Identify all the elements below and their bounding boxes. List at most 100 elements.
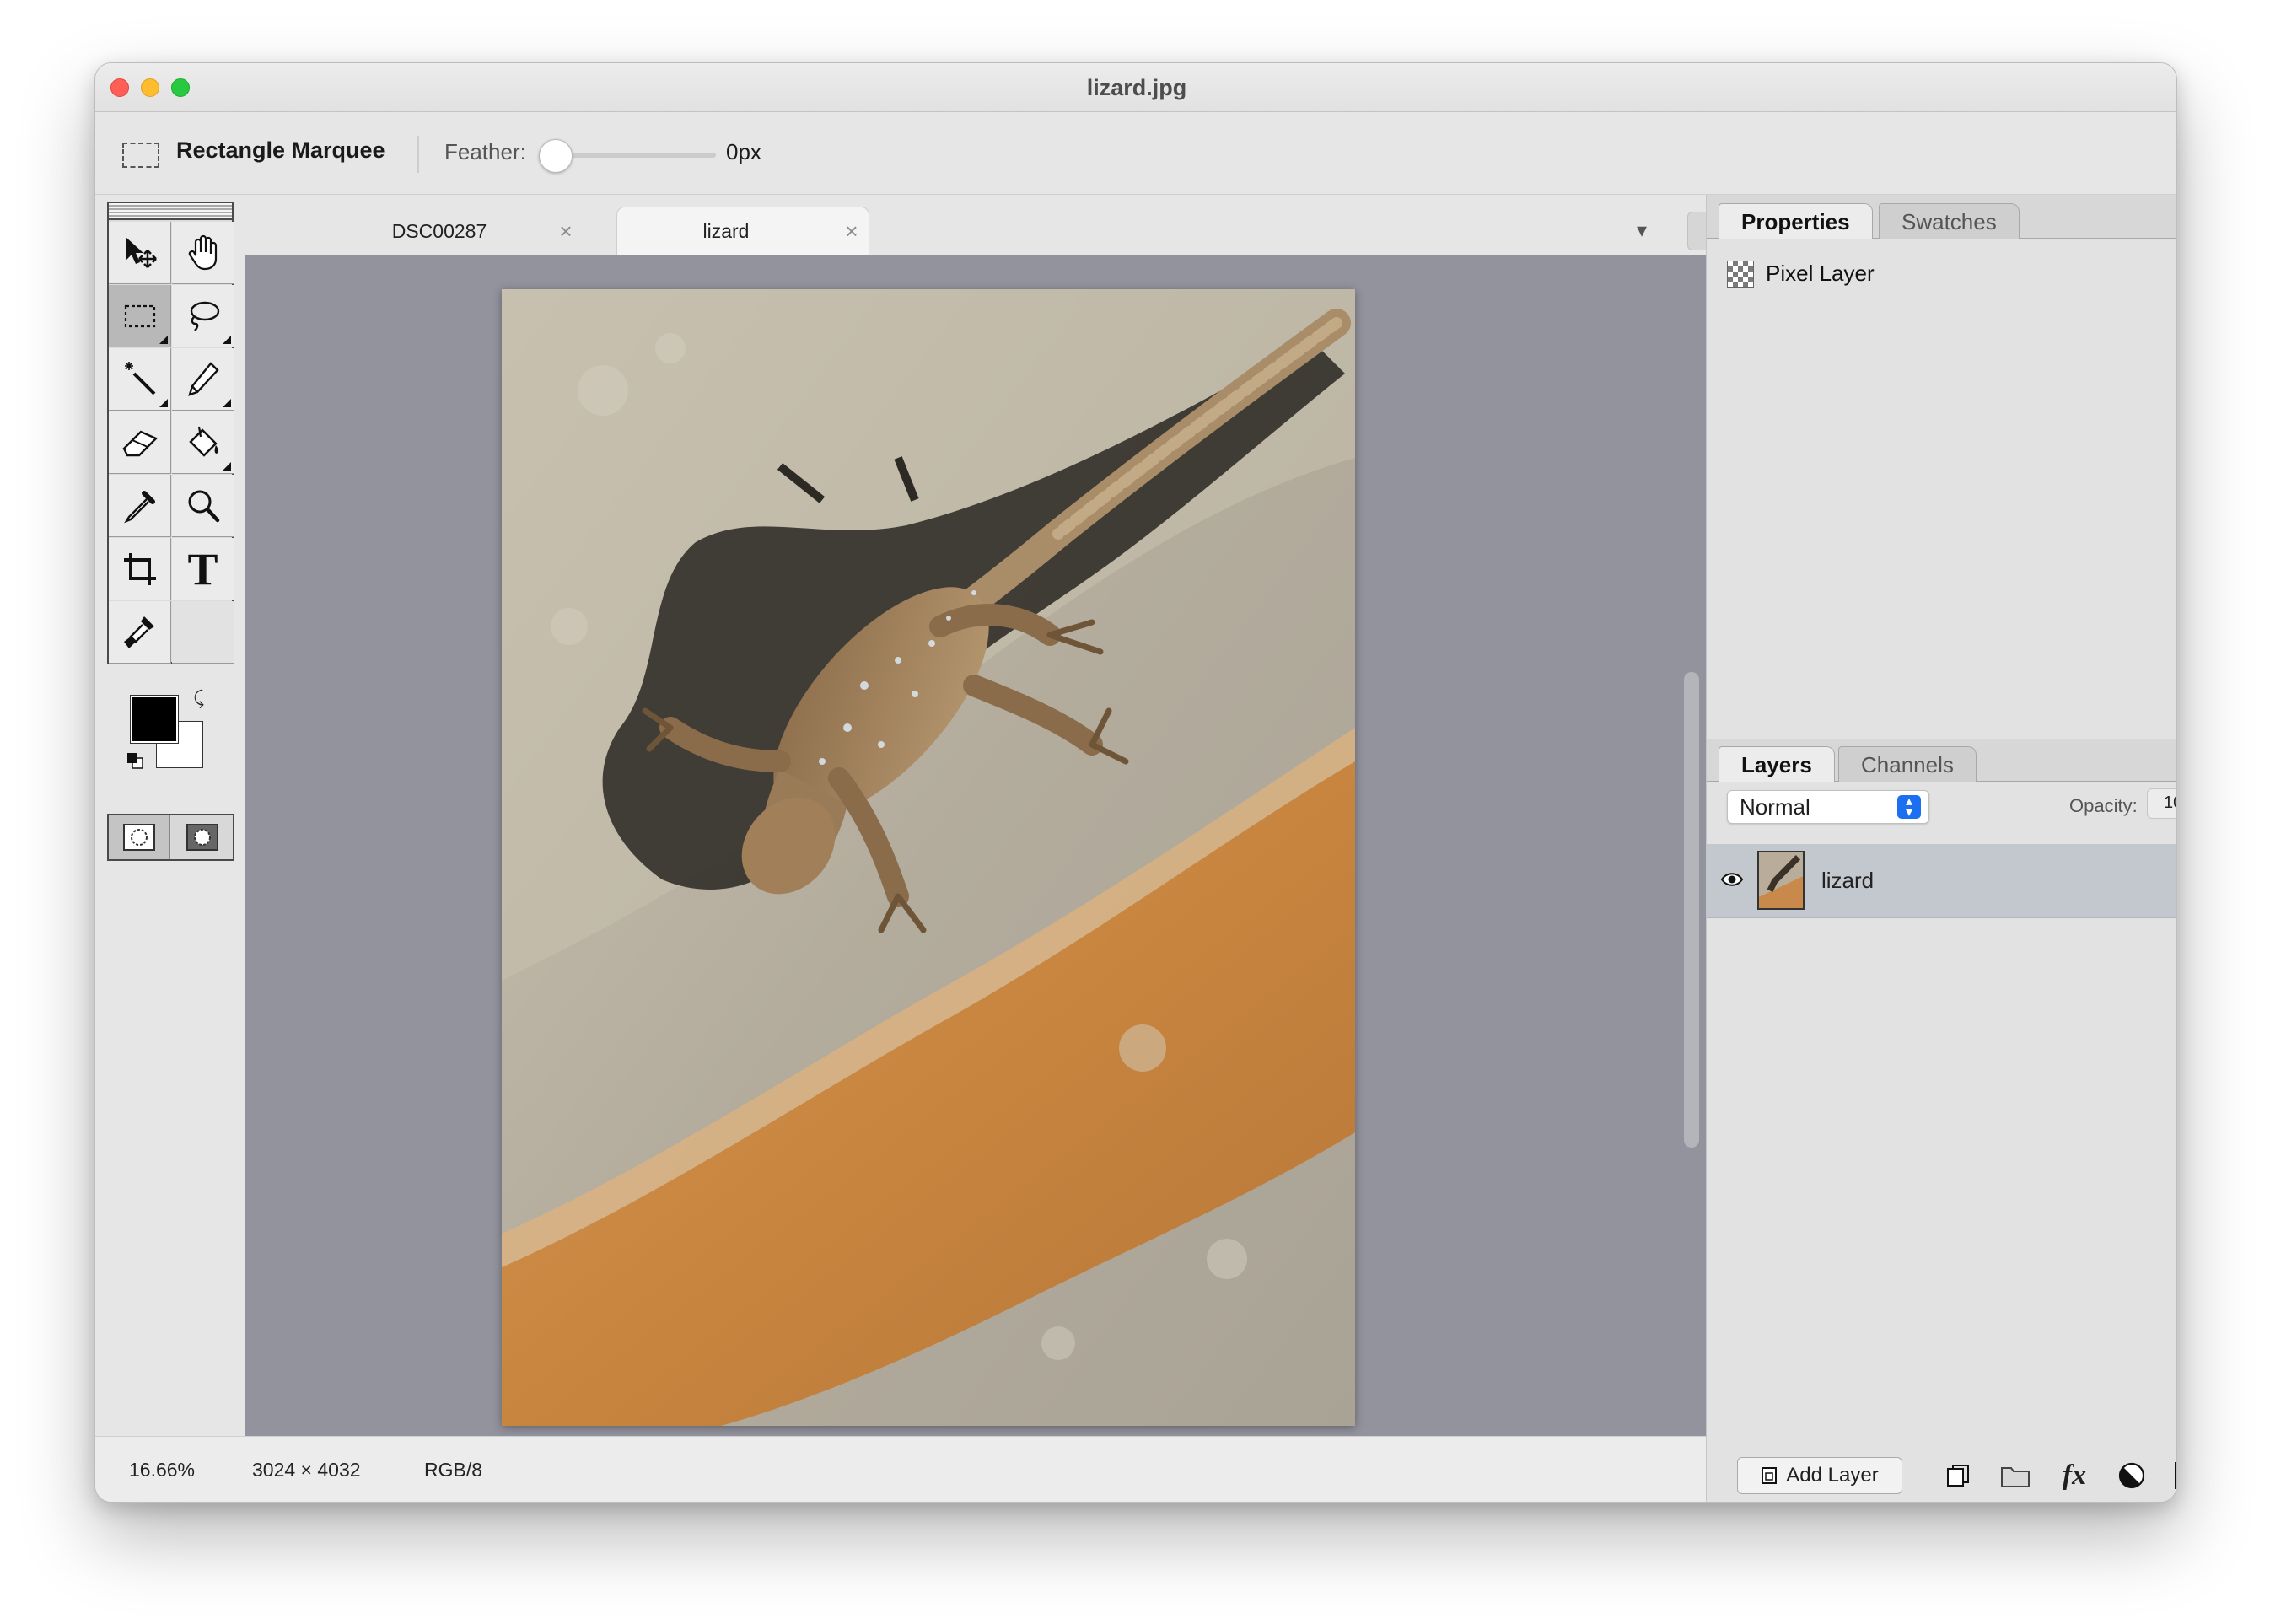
stamp-icon xyxy=(123,616,154,648)
tab-lizard[interactable]: lizard × xyxy=(616,207,869,255)
magic-wand-icon xyxy=(124,361,155,395)
rectangle-marquee-tool-button[interactable] xyxy=(109,285,171,347)
swap-colors-icon[interactable]: ⤹ xyxy=(193,687,204,709)
hand-tool-button[interactable] xyxy=(172,222,234,284)
add-layer-label: Add Layer xyxy=(1786,1464,1879,1487)
right-panel: Properties Swatches Pixel Layer Layers C… xyxy=(1706,195,2176,1502)
tool-submenu-indicator xyxy=(159,336,168,344)
lasso-icon xyxy=(190,301,219,331)
tool-submenu-indicator xyxy=(223,462,231,471)
status-bar: 16.66% 3024 × 4032 RGB/8 xyxy=(95,1436,1706,1502)
lizard-photo[interactable] xyxy=(502,289,1355,1426)
folder-icon xyxy=(2001,1467,2030,1487)
hand-icon xyxy=(188,234,217,270)
select-arrows-icon: ▴ ▾ xyxy=(1897,795,1921,820)
marquee-icon xyxy=(124,304,155,327)
standard-mode-icon xyxy=(123,824,155,851)
layers-panel-tabs: Layers Channels xyxy=(1707,739,2176,782)
close-tab-icon[interactable]: × xyxy=(835,218,869,245)
quick-mask-icon xyxy=(186,824,218,851)
layer-row-lizard[interactable]: lizard xyxy=(1707,844,2176,918)
close-tab-icon[interactable]: × xyxy=(549,218,583,245)
vertical-scrollbar[interactable] xyxy=(1684,672,1699,1148)
canvas-area[interactable] xyxy=(245,255,1706,1502)
tab-list-dropdown-icon[interactable]: ▾ xyxy=(1637,218,1647,243)
opacity-value[interactable]: 100% xyxy=(2164,793,2176,813)
document-tab-bar: DSC00287 × lizard × ▾ + xyxy=(245,195,1755,255)
eraser-icon xyxy=(122,430,158,456)
tab-layers[interactable]: Layers xyxy=(1719,746,1835,782)
tool-submenu-indicator xyxy=(223,336,231,344)
toolbox-grip[interactable] xyxy=(109,203,232,220)
eyedropper-tool-button[interactable] xyxy=(109,475,171,537)
foreground-color-swatch[interactable] xyxy=(130,695,179,744)
minimize-window-button[interactable] xyxy=(141,78,159,97)
toolbox: T xyxy=(107,202,234,664)
tab-channels[interactable]: Channels xyxy=(1838,746,1977,782)
rectangle-marquee-icon xyxy=(122,143,159,168)
new-layer-icon xyxy=(1762,1467,1778,1484)
layer-thumbnail xyxy=(1757,851,1805,910)
zoom-level[interactable]: 16.66% xyxy=(129,1459,195,1481)
feather-value: 0px xyxy=(726,139,761,164)
eyedropper-icon xyxy=(123,490,155,523)
feather-slider-track[interactable] xyxy=(547,153,716,158)
tab-label: DSC00287 xyxy=(391,219,487,242)
document-dimensions: 3024 × 4032 xyxy=(252,1459,361,1481)
properties-panel-tabs: Properties Swatches xyxy=(1707,195,2176,239)
color-mode: RGB/8 xyxy=(424,1459,483,1481)
opacity-label: Opacity: xyxy=(2069,795,2138,816)
paint-bucket-tool-button[interactable] xyxy=(172,411,234,474)
tab-swatches[interactable]: Swatches xyxy=(1879,203,2020,239)
eye-icon[interactable] xyxy=(1720,869,1744,890)
default-colors-icon[interactable] xyxy=(126,751,144,770)
pencil-icon xyxy=(187,361,219,396)
type-tool-button[interactable]: T xyxy=(172,538,234,600)
tool-submenu-indicator xyxy=(223,399,231,407)
zoom-window-button[interactable] xyxy=(171,78,190,97)
eraser-tool-button[interactable] xyxy=(109,411,171,474)
layer-effects-button[interactable]: fx xyxy=(2056,1457,2093,1494)
add-mask-button[interactable] xyxy=(2170,1457,2176,1494)
empty-tool-slot xyxy=(172,601,234,664)
options-separator xyxy=(417,136,419,173)
tool-options-bar: Rectangle Marquee Feather: 0px xyxy=(95,112,2176,195)
close-window-button[interactable] xyxy=(110,78,129,97)
layers-panel-footer: Add Layer fx xyxy=(1707,1438,2176,1502)
add-layer-button[interactable]: Add Layer xyxy=(1737,1457,1902,1494)
zoom-tool-button[interactable] xyxy=(172,475,234,537)
pencil-tool-button[interactable] xyxy=(172,348,234,411)
standard-mode-button[interactable] xyxy=(109,815,170,859)
duplicate-icon xyxy=(1947,1465,1969,1487)
feather-label: Feather: xyxy=(444,139,526,164)
quick-mask-mode-button[interactable] xyxy=(171,815,233,859)
layer-type-label: Pixel Layer xyxy=(1766,261,1875,286)
layer-name[interactable]: lizard xyxy=(1821,868,1874,894)
crop-tool-button[interactable] xyxy=(109,538,171,600)
move-tool-button[interactable] xyxy=(109,222,171,284)
tab-dsc00287[interactable]: DSC00287 × xyxy=(330,207,583,255)
magic-wand-tool-button[interactable] xyxy=(109,348,171,411)
half-circle-icon xyxy=(2118,1462,2145,1489)
adjustment-layer-button[interactable] xyxy=(2113,1457,2150,1494)
mask-icon xyxy=(2175,1462,2176,1489)
type-icon: T xyxy=(187,543,218,594)
new-group-button[interactable] xyxy=(1997,1457,2034,1494)
move-icon xyxy=(125,236,157,268)
crop-icon xyxy=(123,552,156,585)
magnifier-icon xyxy=(188,490,219,522)
duplicate-layer-button[interactable] xyxy=(1939,1457,1977,1494)
app-window: lizard.jpg Rectangle Marquee Feather: 0p… xyxy=(94,62,2177,1503)
current-tool-name: Rectangle Marquee xyxy=(176,137,385,163)
tool-submenu-indicator xyxy=(159,399,168,407)
pixel-layer-icon xyxy=(1727,261,1754,288)
window-title: lizard.jpg xyxy=(1086,75,1187,100)
lasso-tool-button[interactable] xyxy=(172,285,234,347)
feather-slider-knob[interactable] xyxy=(539,139,573,173)
title-bar: lizard.jpg xyxy=(95,63,2176,112)
mask-mode-buttons xyxy=(107,814,234,861)
paint-bucket-icon xyxy=(188,426,218,457)
clone-stamp-tool-button[interactable] xyxy=(109,601,171,664)
tab-label: lizard xyxy=(702,220,750,242)
tab-properties[interactable]: Properties xyxy=(1719,203,1873,239)
